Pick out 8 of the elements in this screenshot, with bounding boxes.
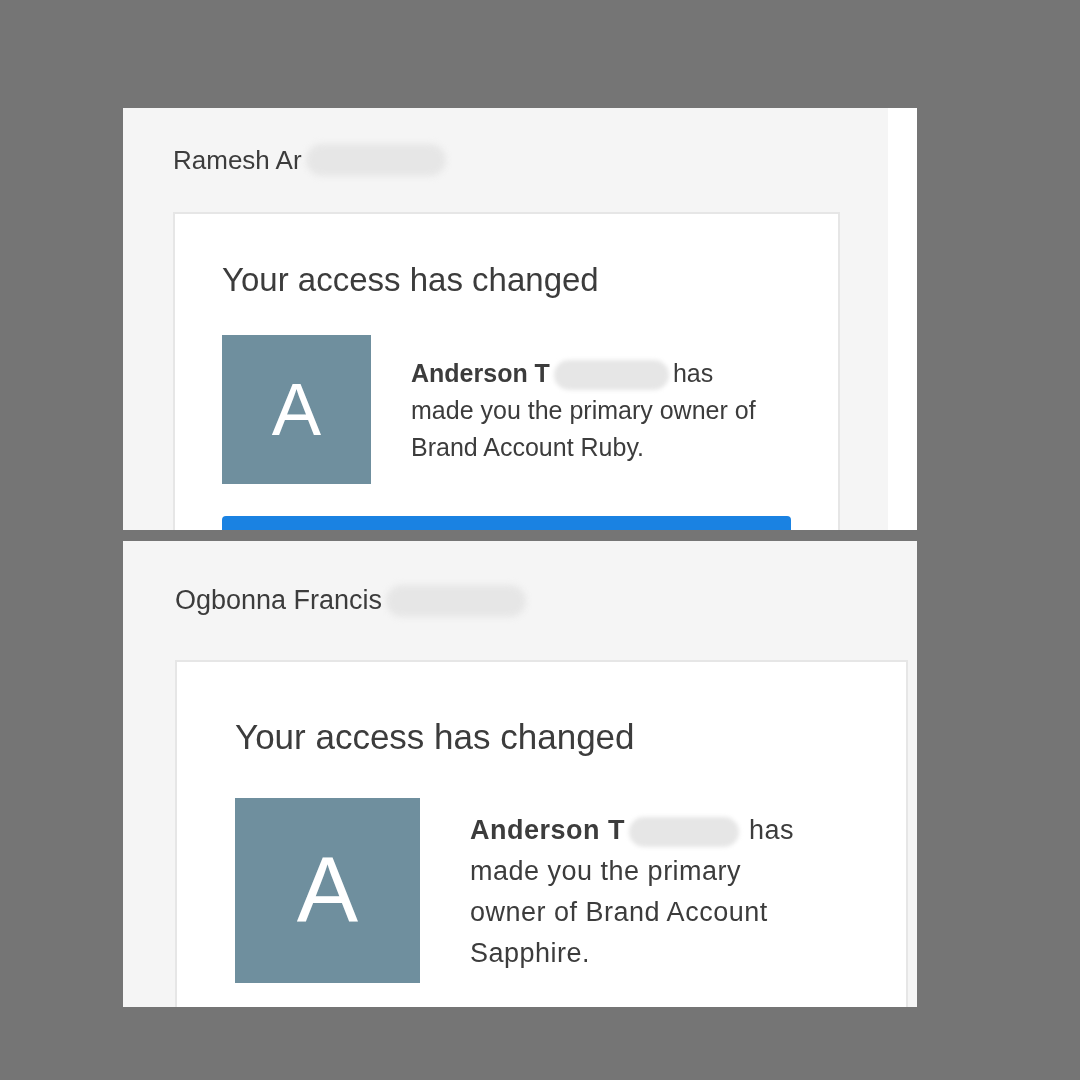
avatar: A — [222, 335, 371, 484]
avatar: A — [235, 798, 420, 983]
recipient-name: Ogbonna Francis — [175, 585, 383, 616]
message-text: Anderson T has made you the primary owner of Brand Account Ruby. — [411, 358, 757, 463]
message-text: Anderson T has made you the primary owner of Brand Account Sapphire. — [470, 814, 796, 970]
email-title: Your access has changed — [222, 260, 600, 300]
recipient-name: Ramesh Ar — [173, 144, 302, 176]
email-title: Your access has changed — [235, 717, 636, 757]
